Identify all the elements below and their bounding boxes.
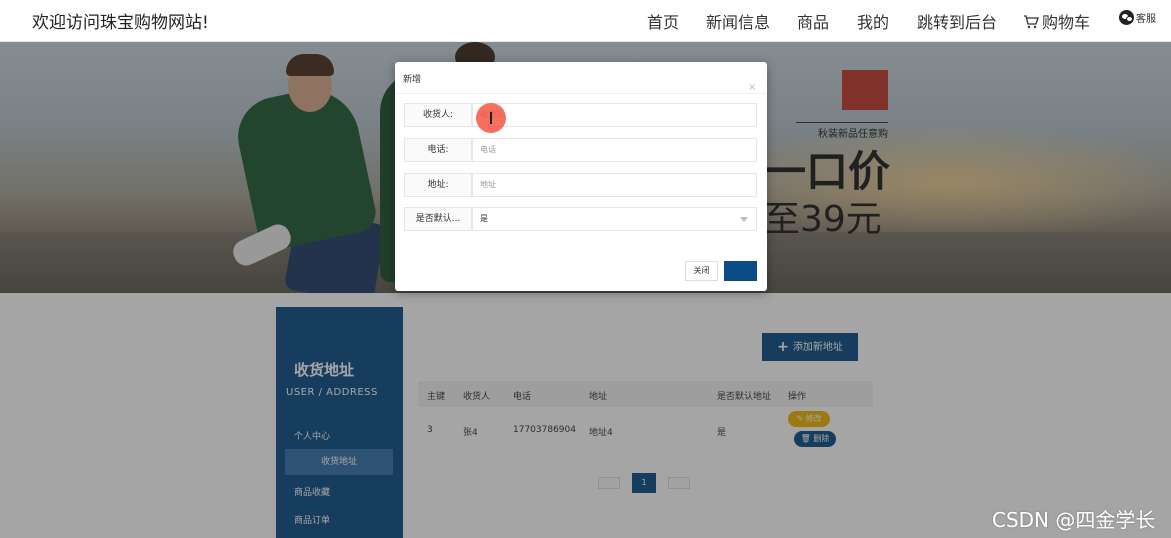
chevron-down-icon — [740, 217, 748, 222]
top-navbar: 欢迎访问珠宝购物网站! 首页 新闻信息 商品 我的 跳转到后台 购物车 客服 — [0, 0, 1171, 42]
submit-button[interactable] — [724, 261, 757, 281]
close-button[interactable]: 关闭 — [685, 261, 718, 281]
phone-input[interactable]: 电话 — [472, 138, 757, 162]
nav-products[interactable]: 商品 — [797, 9, 829, 33]
mouse-cursor-highlight — [476, 103, 506, 133]
nav-cart[interactable]: 购物车 — [1023, 9, 1090, 33]
default-select-value: 是 — [480, 214, 488, 223]
cart-icon — [1024, 15, 1039, 29]
close-icon[interactable]: × — [748, 82, 756, 93]
add-address-dialog: 新增 × 收货人: 收货人 电话: 电话 地址: 地址 是否默认... 是 关闭 — [395, 62, 767, 291]
nav-mine[interactable]: 我的 — [857, 9, 889, 33]
nav-news[interactable]: 新闻信息 — [706, 9, 770, 33]
customer-service[interactable]: 客服 — [1119, 10, 1156, 25]
default-select[interactable]: 是 — [472, 207, 757, 231]
dialog-title: 新增 — [403, 75, 422, 85]
address-label: 地址: — [404, 173, 472, 197]
watermark: CSDN @四金学长 — [992, 508, 1156, 532]
nav-admin[interactable]: 跳转到后台 — [917, 9, 997, 33]
site-title: 欢迎访问珠宝购物网站! — [32, 13, 209, 33]
receiver-label: 收货人: — [404, 103, 472, 127]
default-label: 是否默认... — [404, 207, 472, 231]
dialog-header: 新增 × — [395, 62, 767, 94]
nav-home[interactable]: 首页 — [647, 9, 679, 33]
customer-service-label: 客服 — [1136, 14, 1156, 25]
receiver-input[interactable]: 收货人 — [472, 103, 757, 127]
nav-cart-label: 购物车 — [1042, 13, 1091, 32]
address-input[interactable]: 地址 — [472, 173, 757, 197]
wechat-icon — [1119, 10, 1134, 25]
phone-label: 电话: — [404, 138, 472, 162]
